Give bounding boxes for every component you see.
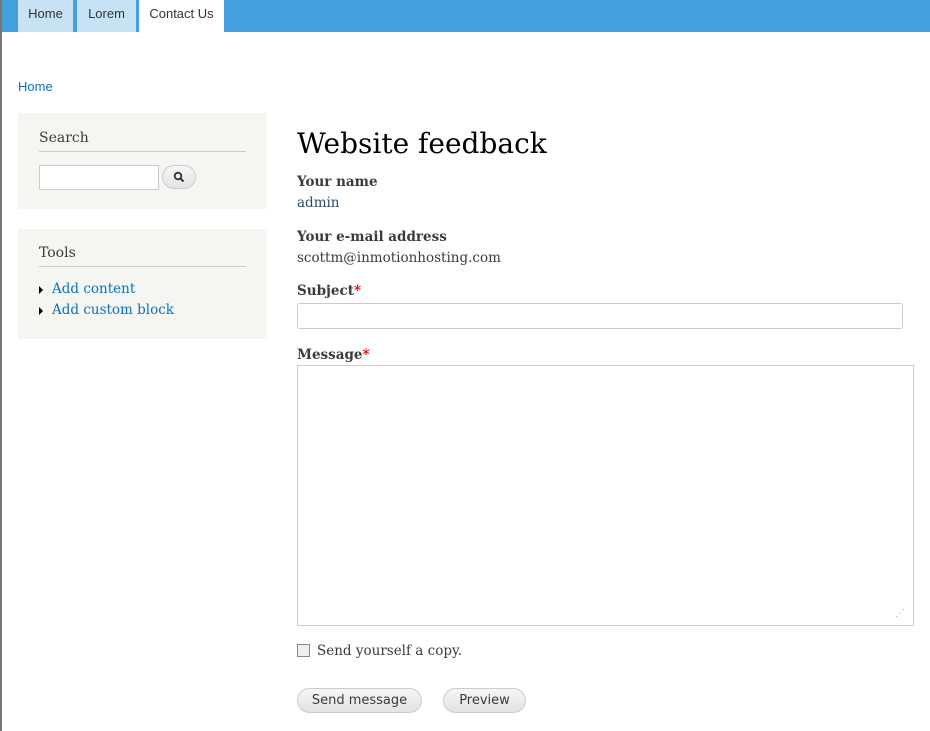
search-input[interactable]	[39, 165, 159, 190]
tools-block: Tools Add content Add custom block	[18, 229, 267, 339]
search-icon	[173, 171, 185, 183]
message-label-text: Message	[297, 347, 363, 363]
page-title: Website feedback	[297, 127, 547, 160]
arrow-right-icon	[39, 285, 43, 294]
subject-input[interactable]	[297, 303, 903, 329]
tools-item-add-content[interactable]: Add content	[39, 281, 135, 297]
tools-block-title: Tools	[39, 245, 246, 267]
tools-item-label[interactable]: Add custom block	[52, 302, 174, 318]
breadcrumb-home[interactable]: Home	[18, 79, 53, 94]
name-label: Your name	[297, 174, 378, 190]
send-copy-label[interactable]: Send yourself a copy.	[317, 643, 462, 659]
tab-home[interactable]: Home	[18, 0, 73, 32]
message-label: Message*	[297, 347, 370, 363]
preview-button[interactable]: Preview	[443, 688, 526, 713]
tools-item-label[interactable]: Add content	[52, 281, 135, 297]
search-button[interactable]	[162, 165, 196, 189]
tools-item-add-custom-block[interactable]: Add custom block	[39, 302, 174, 318]
send-message-button[interactable]: Send message	[297, 688, 422, 713]
tab-lorem[interactable]: Lorem	[77, 0, 136, 32]
send-copy-checkbox[interactable]	[297, 644, 310, 657]
search-block: Search	[18, 113, 267, 209]
subject-label: Subject*	[297, 283, 361, 299]
required-mark: *	[362, 347, 370, 363]
resize-grip-icon[interactable]: ⋰	[895, 608, 905, 619]
subject-label-text: Subject	[297, 283, 354, 299]
name-value: admin	[297, 195, 340, 211]
search-block-title: Search	[39, 130, 246, 152]
message-textarea[interactable]	[297, 365, 914, 626]
email-label: Your e-mail address	[297, 229, 447, 245]
top-nav-bar: Home Lorem Contact Us	[2, 0, 930, 32]
email-value: scottm@inmotionhosting.com	[297, 250, 501, 266]
arrow-right-icon	[39, 306, 43, 315]
required-mark: *	[353, 283, 361, 299]
tab-contact-us[interactable]: Contact Us	[139, 0, 224, 32]
